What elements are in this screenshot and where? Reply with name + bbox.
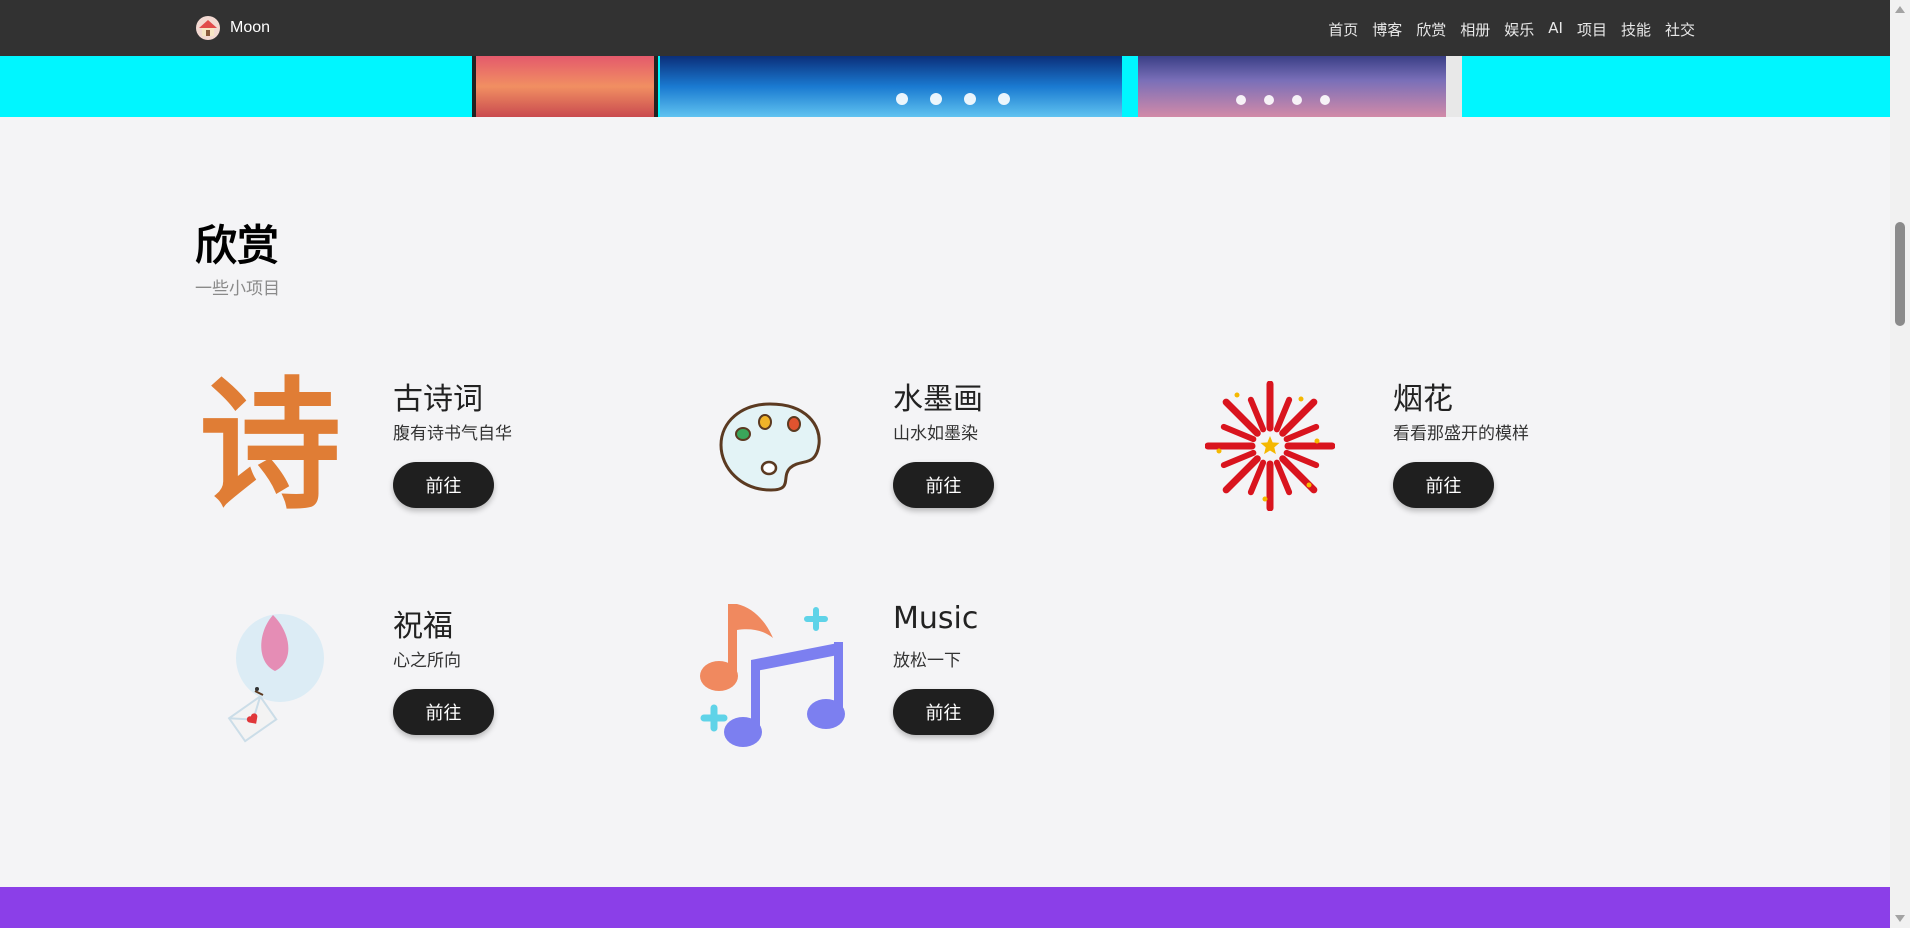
social-dots <box>896 93 1010 105</box>
firework-star <box>1260 436 1280 455</box>
mail-icon <box>1264 95 1274 105</box>
nav-social[interactable]: 社交 <box>1665 19 1695 40</box>
music-svg <box>700 604 845 747</box>
palette-icon <box>695 366 845 526</box>
wechat-icon <box>998 93 1010 105</box>
poem-char-icon: 诗 <box>195 366 345 526</box>
firework-spark <box>1234 392 1240 398</box>
nav-projects[interactable]: 项目 <box>1577 19 1607 40</box>
brand-name: Moon <box>230 19 271 36</box>
go-button[interactable]: 前往 <box>1393 462 1494 508</box>
section-title: 欣赏 <box>195 221 280 270</box>
firework-spark <box>1262 496 1268 502</box>
github-icon <box>1236 95 1246 105</box>
go-button[interactable]: 前往 <box>393 689 494 735</box>
card-fireworks: 烟花 看看那盛开的模样 前往 <box>1195 366 1665 526</box>
dove-letter-icon <box>195 593 345 753</box>
qq-icon <box>964 93 976 105</box>
scroll-down-arrow-icon[interactable] <box>1895 915 1905 922</box>
next-section-strip <box>0 887 1890 928</box>
wechat-icon <box>1320 95 1330 105</box>
nav-appreciate[interactable]: 欣赏 <box>1416 19 1446 40</box>
card-desc: 看看那盛开的模样 <box>1393 424 1529 444</box>
nav-album[interactable]: 相册 <box>1460 19 1490 40</box>
card-poetry: 诗 古诗词 腹有诗书气自华 前往 <box>195 366 665 526</box>
scroll-thumb[interactable] <box>1895 222 1905 326</box>
card-desc: 山水如墨染 <box>893 424 978 444</box>
palette-svg <box>719 402 821 492</box>
page-scrollbar[interactable] <box>1890 0 1910 928</box>
go-button[interactable]: 前往 <box>893 462 994 508</box>
firework-icon <box>1195 366 1345 526</box>
firework-spark <box>1306 482 1312 488</box>
card-title: 烟花 <box>1393 382 1453 417</box>
card-music: Music 放松一下 前往 <box>695 593 1165 753</box>
banner-screenshot-dusk <box>1138 56 1446 117</box>
card-title: 古诗词 <box>393 382 483 417</box>
music-notes-icon <box>695 593 845 753</box>
nav-home[interactable]: 首页 <box>1328 19 1358 40</box>
banner-screenshot-ocean <box>660 56 1122 117</box>
card-desc: 心之所向 <box>393 651 461 671</box>
qq-icon <box>1292 95 1302 105</box>
nav-entertainment[interactable]: 娱乐 <box>1504 19 1534 40</box>
main-nav: 首页 博客 欣赏 相册 娱乐 AI 项目 技能 社交 <box>1328 19 1695 40</box>
go-button[interactable]: 前往 <box>893 689 994 735</box>
top-navbar: Moon 首页 博客 欣赏 相册 娱乐 AI 项目 技能 社交 <box>0 0 1890 56</box>
card-ink-painting: 水墨画 山水如墨染 前往 <box>695 366 1165 526</box>
card-blessing: 祝福 心之所向 前往 <box>195 593 665 753</box>
card-title: 水墨画 <box>893 382 983 417</box>
go-button[interactable]: 前往 <box>393 462 494 508</box>
section-subtitle: 一些小项目 <box>195 279 280 299</box>
firework-spark <box>1314 438 1320 444</box>
social-dots-2 <box>1236 95 1330 105</box>
firework-svg <box>1205 381 1335 511</box>
nav-ai[interactable]: AI <box>1548 19 1563 40</box>
banner-strip <box>0 56 1890 117</box>
card-title: Music <box>893 601 979 636</box>
dove-svg <box>227 614 324 743</box>
card-title: 祝福 <box>393 609 453 644</box>
nav-skills[interactable]: 技能 <box>1621 19 1651 40</box>
firework-spark <box>1298 396 1304 402</box>
brand[interactable]: Moon <box>195 15 270 41</box>
poem-glyph: 诗 <box>199 363 341 529</box>
card-desc: 放松一下 <box>893 651 961 671</box>
scroll-up-arrow-icon[interactable] <box>1895 6 1905 13</box>
banner-frame-edge <box>1446 56 1462 117</box>
house-logo-icon <box>196 16 220 40</box>
github-icon <box>896 93 908 105</box>
card-desc: 腹有诗书气自华 <box>393 424 512 444</box>
firework-spark <box>1216 448 1222 454</box>
banner-screenshot-sunset <box>472 56 658 117</box>
nav-blog[interactable]: 博客 <box>1372 19 1402 40</box>
mail-icon <box>930 93 942 105</box>
